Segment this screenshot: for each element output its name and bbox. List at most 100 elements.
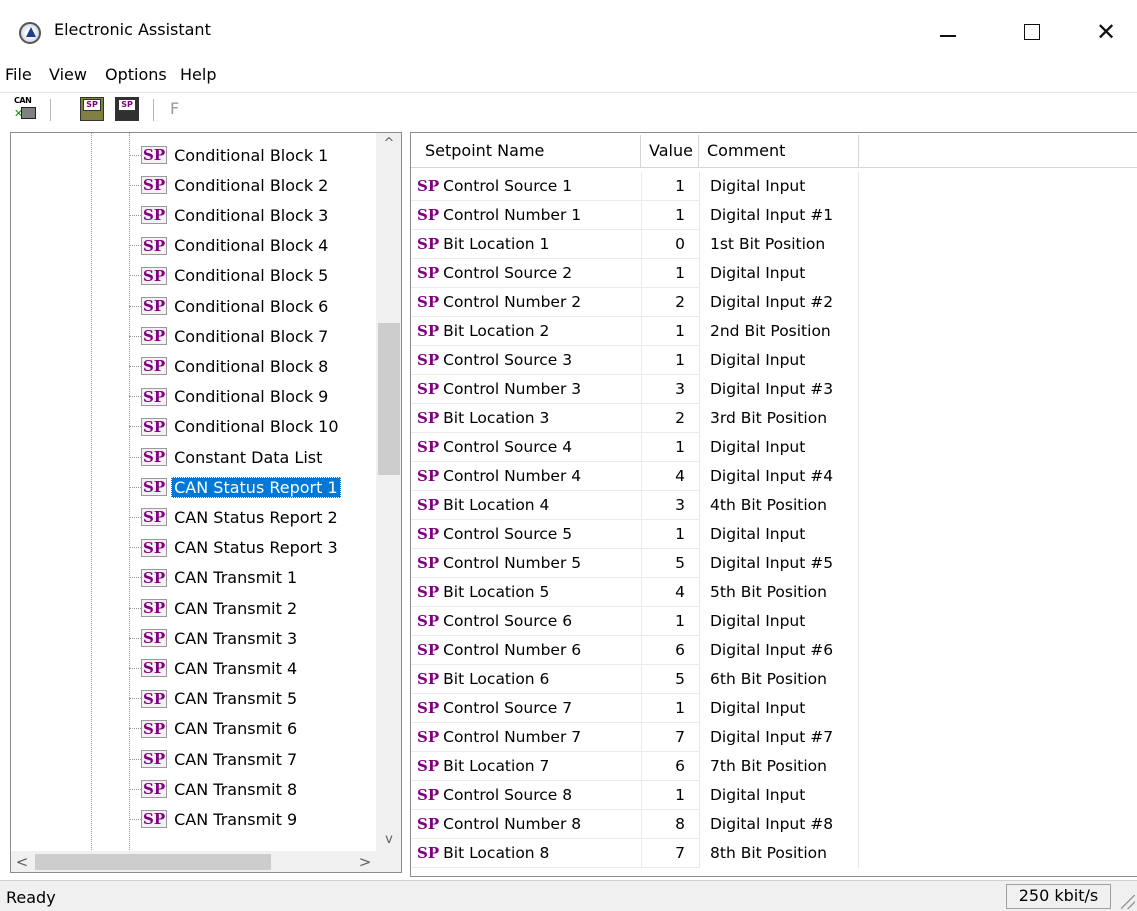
- table-row[interactable]: SP Control Number 5 5 Digital Input #5: [411, 549, 1137, 578]
- tree-item[interactable]: SP CAN Transmit 7: [129, 744, 300, 774]
- table-row[interactable]: SP Control Source 7 1 Digital Input: [411, 694, 1137, 723]
- setpoint-value[interactable]: 3: [641, 491, 699, 520]
- close-button[interactable]: ✕: [1086, 12, 1126, 52]
- table-row[interactable]: SP Bit Location 6 5 6th Bit Position: [411, 665, 1137, 694]
- setpoint-value[interactable]: 6: [641, 752, 699, 781]
- setpoint-value[interactable]: 4: [641, 462, 699, 491]
- setpoint-value[interactable]: 2: [641, 404, 699, 433]
- table-row[interactable]: SP Control Number 4 4 Digital Input #4: [411, 462, 1137, 491]
- table-row[interactable]: SP Control Number 6 6 Digital Input #6: [411, 636, 1137, 665]
- setpoint-value[interactable]: 7: [641, 723, 699, 752]
- table-row[interactable]: SP Control Number 7 7 Digital Input #7: [411, 723, 1137, 752]
- tree-item[interactable]: SP Conditional Block 5: [129, 261, 331, 291]
- scroll-left-icon[interactable]: <: [11, 851, 33, 872]
- table-row[interactable]: SP Bit Location 3 2 3rd Bit Position: [411, 404, 1137, 433]
- table-row[interactable]: SP Control Number 2 2 Digital Input #2: [411, 288, 1137, 317]
- table-row[interactable]: SP Bit Location 8 7 8th Bit Position: [411, 839, 1137, 868]
- tree-item[interactable]: SP CAN Transmit 6: [129, 714, 300, 744]
- tree-vertical-scroll-thumb[interactable]: [378, 323, 400, 475]
- table-row[interactable]: SP Control Source 8 1 Digital Input: [411, 781, 1137, 810]
- setpoint-comment: Digital Input: [699, 781, 859, 810]
- tree-item[interactable]: SP Conditional Block 6: [129, 291, 331, 321]
- table-row[interactable]: SP Bit Location 5 4 5th Bit Position: [411, 578, 1137, 607]
- tree-item[interactable]: SP Constant Data List: [129, 442, 325, 472]
- setpoint-value[interactable]: 1: [641, 201, 699, 230]
- setpoint-comment: 4th Bit Position: [699, 491, 859, 520]
- menu-help[interactable]: Help: [180, 65, 216, 84]
- tree-vertical-scrollbar[interactable]: ^ v: [376, 133, 401, 851]
- table-row[interactable]: SP Control Source 3 1 Digital Input: [411, 346, 1137, 375]
- setpoint-value[interactable]: 4: [641, 578, 699, 607]
- tree-item[interactable]: SP Conditional Block 7: [129, 321, 331, 351]
- setpoint-value[interactable]: 7: [641, 839, 699, 868]
- tree-item[interactable]: SP CAN Transmit 5: [129, 684, 300, 714]
- setpoint-icon: SP: [417, 380, 440, 398]
- table-row[interactable]: SP Control Source 6 1 Digital Input: [411, 607, 1137, 636]
- minimize-button[interactable]: [928, 12, 968, 52]
- setpoint-value[interactable]: 1: [641, 433, 699, 462]
- setpoint-value[interactable]: 1: [641, 317, 699, 346]
- column-header-setpoint-name[interactable]: Setpoint Name: [411, 135, 641, 168]
- table-row[interactable]: SP Control Source 5 1 Digital Input: [411, 520, 1137, 549]
- maximize-button[interactable]: [1012, 12, 1052, 52]
- setpoint-value[interactable]: 1: [641, 259, 699, 288]
- sp-open-button[interactable]: SP: [80, 97, 104, 121]
- setpoint-value[interactable]: 5: [641, 549, 699, 578]
- tree-item[interactable]: SP CAN Status Report 2: [129, 502, 341, 532]
- tree-item-label: Conditional Block 8: [174, 356, 329, 376]
- table-row[interactable]: SP Bit Location 2 1 2nd Bit Position: [411, 317, 1137, 346]
- tree-item[interactable]: SP Conditional Block 2: [129, 170, 331, 200]
- table-row[interactable]: SP Bit Location 4 3 4th Bit Position: [411, 491, 1137, 520]
- tree-item[interactable]: SP CAN Status Report 3: [129, 533, 341, 563]
- resize-grip-icon[interactable]: [1121, 895, 1135, 909]
- tree-item[interactable]: SP Conditional Block 10: [129, 412, 342, 442]
- sp-save-button[interactable]: SP: [115, 97, 139, 121]
- scroll-right-icon[interactable]: >: [354, 851, 376, 872]
- setpoint-value[interactable]: 1: [641, 781, 699, 810]
- setpoint-value[interactable]: 6: [641, 636, 699, 665]
- column-header-comment[interactable]: Comment: [699, 135, 859, 168]
- table-row[interactable]: SP Bit Location 7 6 7th Bit Position: [411, 752, 1137, 781]
- tree-item[interactable]: SP Conditional Block 1: [129, 140, 331, 170]
- table-row[interactable]: SP Control Number 1 1 Digital Input #1: [411, 201, 1137, 230]
- setpoint-value[interactable]: 1: [641, 346, 699, 375]
- tree-item[interactable]: SP CAN Transmit 4: [129, 653, 300, 683]
- tree-item[interactable]: SP Conditional Block 9: [129, 382, 331, 412]
- tree-item[interactable]: SP CAN Transmit 1: [129, 563, 300, 593]
- setpoint-value[interactable]: 1: [641, 520, 699, 549]
- setpoint-value[interactable]: 8: [641, 810, 699, 839]
- tree-horizontal-scrollbar[interactable]: < >: [11, 851, 376, 872]
- table-row[interactable]: SP Control Source 1 1 Digital Input: [411, 172, 1137, 201]
- tree-item[interactable]: SP CAN Transmit 3: [129, 623, 300, 653]
- column-header-value[interactable]: Value: [641, 135, 699, 168]
- scroll-up-icon[interactable]: ^: [376, 133, 401, 155]
- tree-item[interactable]: SP Conditional Block 8: [129, 351, 331, 381]
- tree-item[interactable]: SP CAN Status Report 1: [129, 472, 341, 502]
- setpoint-icon: SP: [141, 297, 168, 315]
- table-row[interactable]: SP Control Number 3 3 Digital Input #3: [411, 375, 1137, 404]
- tree-item[interactable]: SP CAN Transmit 9: [129, 804, 300, 834]
- table-row[interactable]: SP Control Number 8 8 Digital Input #8: [411, 810, 1137, 839]
- table-row[interactable]: SP Control Source 2 1 Digital Input: [411, 259, 1137, 288]
- tree-item[interactable]: SP CAN Transmit 2: [129, 593, 300, 623]
- tree-item[interactable]: SP Conditional Block 3: [129, 200, 331, 230]
- tree-horizontal-scroll-thumb[interactable]: [35, 854, 271, 870]
- menu-options[interactable]: Options: [105, 65, 167, 84]
- flash-button[interactable]: F: [170, 99, 179, 118]
- setpoint-value[interactable]: 5: [641, 665, 699, 694]
- menu-view[interactable]: View: [49, 65, 87, 84]
- setpoint-value[interactable]: 1: [641, 172, 699, 201]
- table-row[interactable]: SP Control Source 4 1 Digital Input: [411, 433, 1137, 462]
- table-row[interactable]: SP Bit Location 1 0 1st Bit Position: [411, 230, 1137, 259]
- setpoint-value[interactable]: 0: [641, 230, 699, 259]
- tree-item[interactable]: SP Conditional Block 4: [129, 231, 331, 261]
- menu-file[interactable]: File: [5, 65, 32, 84]
- tree-item[interactable]: SP CAN Transmit 8: [129, 774, 300, 804]
- setpoint-value[interactable]: 3: [641, 375, 699, 404]
- setpoint-value[interactable]: 1: [641, 607, 699, 636]
- setpoint-value[interactable]: 2: [641, 288, 699, 317]
- setpoint-tree[interactable]: SP Conditional Block 1 SP Conditional Block…: [10, 132, 402, 873]
- scroll-down-icon[interactable]: v: [376, 829, 401, 851]
- can-connect-button[interactable]: CAN ✕: [14, 96, 38, 121]
- setpoint-value[interactable]: 1: [641, 694, 699, 723]
